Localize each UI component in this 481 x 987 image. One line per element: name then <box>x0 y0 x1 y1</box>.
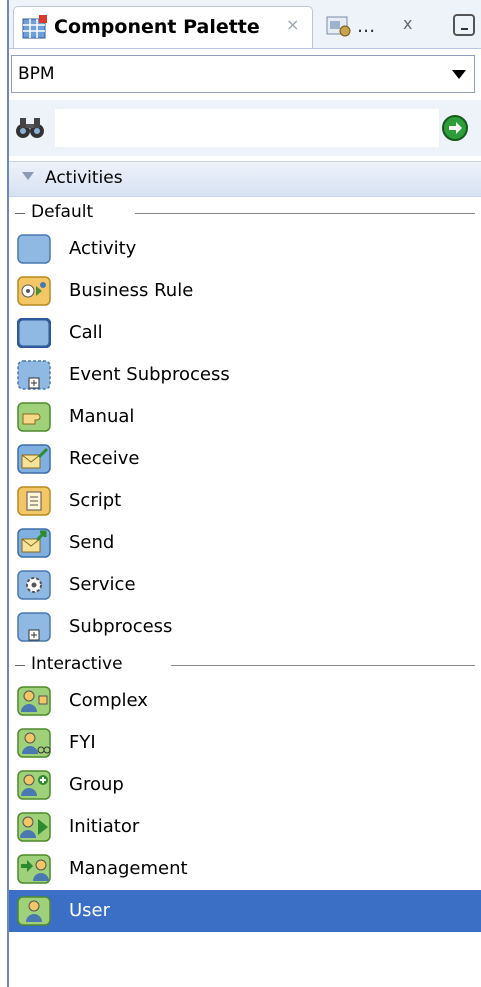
palette-item-label: Initiator <box>69 816 140 837</box>
receive-icon <box>17 444 51 474</box>
go-arrow-icon[interactable] <box>441 114 469 142</box>
palette-item-label: Call <box>69 322 103 343</box>
user-icon <box>17 896 51 926</box>
palette-item-label: Event Subprocess <box>69 364 230 385</box>
section-collapse-dash <box>15 665 25 666</box>
palette-item-user[interactable]: User <box>9 890 481 932</box>
script-icon <box>17 486 51 516</box>
minimize-button[interactable] <box>453 14 475 36</box>
initiator-icon <box>17 812 51 842</box>
collapse-triangle-icon[interactable] <box>22 172 34 180</box>
palette-item-receive[interactable]: Receive <box>9 438 481 480</box>
group-icon <box>17 770 51 800</box>
section-interactive-label: Interactive <box>31 654 123 674</box>
business-rule-icon <box>17 276 51 306</box>
palette-item-manual[interactable]: Manual <box>9 396 481 438</box>
search-input[interactable] <box>55 109 439 147</box>
palette-item-label: Subprocess <box>69 616 173 637</box>
palette-item-label: Management <box>69 858 188 879</box>
palette-item-label: Complex <box>69 690 148 711</box>
palette-item-label: Service <box>69 574 136 595</box>
section-collapse-dash <box>15 213 25 214</box>
palette-icon <box>22 15 47 39</box>
palette-item-management[interactable]: Management <box>9 848 481 890</box>
activity-icon <box>17 234 51 264</box>
palette-item-service[interactable]: Service <box>9 564 481 606</box>
management-icon <box>17 854 51 884</box>
subprocess-icon <box>17 612 51 642</box>
close-tab-icon[interactable]: × <box>286 15 299 34</box>
palette-item-group[interactable]: Group <box>9 764 481 806</box>
palette-item-subprocess[interactable]: Subprocess <box>9 606 481 648</box>
call-icon <box>17 318 51 348</box>
manual-icon <box>17 402 51 432</box>
activities-header[interactable]: Activities <box>9 161 481 197</box>
palette-item-call[interactable]: Call <box>9 312 481 354</box>
send-icon <box>17 528 51 558</box>
chevron-down-icon[interactable] <box>452 70 466 79</box>
palette-item-business-rule[interactable]: Business Rule <box>9 270 481 312</box>
palette-item-initiator[interactable]: Initiator <box>9 806 481 848</box>
binoculars-icon <box>16 118 44 138</box>
palette-item-activity[interactable]: Activity <box>9 228 481 270</box>
section-default-label: Default <box>31 202 94 222</box>
resource-icon <box>326 16 351 37</box>
component-palette-panel: Component Palette × ... x BPM Activities… <box>0 0 481 987</box>
palette-category-value: BPM <box>18 64 55 84</box>
activities-label: Activities <box>45 168 123 188</box>
close-tab-icon[interactable]: x <box>403 14 412 33</box>
palette-item-label: Group <box>69 774 124 795</box>
section-divider <box>135 213 475 214</box>
section-default-header[interactable]: Default <box>9 198 481 228</box>
palette-item-complex[interactable]: Complex <box>9 680 481 722</box>
complex-icon <box>17 686 51 716</box>
palette-item-fyi[interactable]: FYI <box>9 722 481 764</box>
palette-item-send[interactable]: Send <box>9 522 481 564</box>
palette-category-select[interactable]: BPM <box>11 55 475 93</box>
tab-component-palette-label: Component Palette <box>54 16 260 38</box>
tab-component-palette[interactable]: Component Palette × <box>13 6 313 48</box>
search-row <box>9 100 481 156</box>
palette-item-label: Receive <box>69 448 140 469</box>
palette-item-label: Business Rule <box>69 280 194 301</box>
tab-bar: Component Palette × ... x <box>9 0 481 49</box>
palette-item-label: Send <box>69 532 115 553</box>
service-icon <box>17 570 51 600</box>
section-interactive-header[interactable]: Interactive <box>9 650 481 680</box>
fyi-icon <box>17 728 51 758</box>
tab-second[interactable]: ... x <box>321 10 427 48</box>
event-subprocess-icon <box>17 360 51 390</box>
palette-item-event-subprocess[interactable]: Event Subprocess <box>9 354 481 396</box>
section-divider <box>171 665 475 666</box>
palette-item-label: Manual <box>69 406 135 427</box>
palette-item-label: Script <box>69 490 122 511</box>
palette-item-script[interactable]: Script <box>9 480 481 522</box>
palette-item-label: FYI <box>69 732 96 753</box>
palette-item-label: User <box>69 900 111 921</box>
palette-item-label: Activity <box>69 238 137 259</box>
tab-second-label: ... <box>357 15 376 37</box>
